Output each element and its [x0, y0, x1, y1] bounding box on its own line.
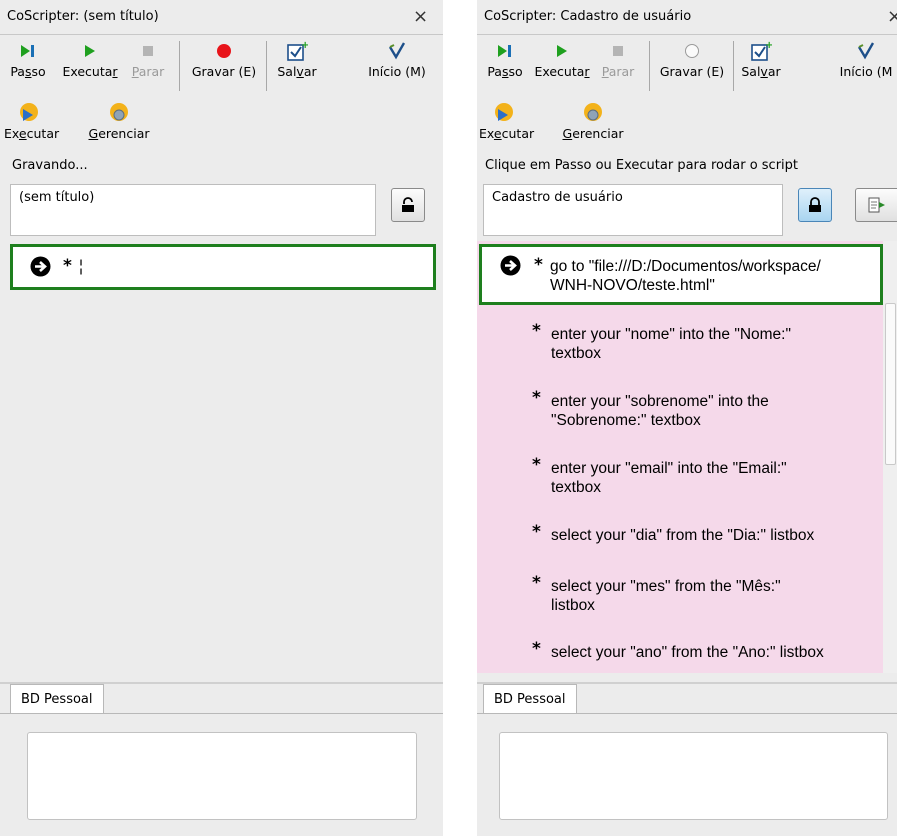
executar-script-button[interactable]: Executar [4, 100, 59, 141]
toolbar-separator [649, 41, 650, 91]
gravar-button[interactable]: Gravar (E) [655, 38, 729, 79]
export-button[interactable] [855, 188, 897, 222]
step-bullet: * [534, 255, 543, 275]
passo-button[interactable]: Passo [481, 38, 529, 79]
executar-button[interactable]: Executar [532, 38, 592, 79]
step-bullet: * [532, 455, 541, 475]
title-bar: CoScripter: (sem título) × [0, 0, 443, 35]
toolbar-separator [179, 41, 180, 91]
inicio-button[interactable]: Início (M [827, 38, 897, 79]
tab-bd-pessoal[interactable]: BD Pessoal [10, 684, 104, 714]
tab-underline [477, 713, 897, 714]
step-text-line1[interactable]: enter your "email" into the "Email:" [551, 460, 787, 478]
coscripter-sidebar-right: CoScripter: Cadastro de usuário × Passo … [477, 0, 897, 836]
salvar-button[interactable]: + Salvar [273, 38, 321, 79]
step-bullet: * [63, 256, 72, 276]
toolbar: Passo Executar Parar Gravar (E) + Salvar… [0, 36, 443, 94]
gravar-button[interactable]: Gravar (E) [187, 38, 261, 79]
current-step-arrow-icon [500, 255, 521, 276]
lock-button[interactable] [391, 188, 425, 222]
step-bullet: * [532, 639, 541, 659]
lock-icon [402, 197, 414, 212]
close-icon[interactable]: × [887, 6, 897, 27]
tab-underline [0, 713, 443, 714]
parar-button[interactable]: Parar [124, 38, 172, 79]
inicio-button[interactable]: Início (M) [358, 38, 436, 79]
step-text-line2[interactable]: listbox [551, 597, 595, 615]
lock-button[interactable] [798, 188, 832, 222]
stop-icon [613, 46, 623, 56]
executar-script-button[interactable]: Executar [479, 100, 534, 141]
play-icon [557, 45, 567, 57]
title-bar: CoScripter: Cadastro de usuário × [477, 0, 897, 35]
scrollbar-thumb[interactable] [885, 303, 896, 465]
tab-bd-pessoal[interactable]: BD Pessoal [483, 684, 577, 714]
svg-text:+: + [765, 40, 772, 51]
current-step[interactable]: * go to "file:///D:/Documentos/workspace… [479, 244, 883, 305]
status-text: Gravando... [12, 158, 88, 173]
manage-icon [584, 103, 602, 121]
current-step[interactable]: * ¦ [10, 244, 436, 290]
manage-icon [110, 103, 128, 121]
step-text-line1[interactable]: select your "dia" from the "Dia:" listbo… [551, 527, 814, 545]
status-text: Clique em Passo ou Executar para rodar o… [485, 158, 799, 173]
script-title-field[interactable]: (sem título) [10, 184, 376, 236]
lock-icon [809, 197, 821, 212]
step-text-line2[interactable]: textbox [551, 479, 601, 497]
coscripter-sidebar-left: CoScripter: (sem título) × Passo Executa… [0, 0, 443, 836]
close-icon[interactable]: × [413, 6, 428, 27]
step-icon [21, 45, 34, 57]
window-title: CoScripter: (sem título) [7, 9, 159, 24]
passo-button[interactable]: Passo [4, 38, 52, 79]
script-title-field[interactable]: Cadastro de usuário [483, 184, 783, 236]
gerenciar-button[interactable]: Gerenciar [557, 100, 629, 141]
step-bullet: * [532, 388, 541, 408]
record-icon [217, 44, 231, 58]
step-bullet: * [532, 522, 541, 542]
salvar-button[interactable]: + Salvar [737, 38, 785, 79]
record-icon [685, 44, 699, 58]
step-text-line2[interactable]: textbox [551, 345, 601, 363]
play-icon [85, 45, 95, 57]
step-text-line1[interactable]: select your "mes" from the "Mês:" [551, 578, 781, 596]
step-text-line1[interactable]: enter your "nome" into the "Nome:" [551, 326, 791, 344]
stop-icon [143, 46, 153, 56]
step-bullet: * [532, 573, 541, 593]
step-text-line1[interactable]: go to "file:///D:/Documentos/workspace/ [550, 258, 821, 276]
step-bullet: * [532, 321, 541, 341]
step-text-line2[interactable]: "Sobrenome:" textbox [551, 412, 701, 430]
window-title: CoScripter: Cadastro de usuário [484, 9, 692, 24]
step-text-line1[interactable]: select your "ano" from the "Ano:" listbo… [551, 644, 824, 662]
bd-pessoal-panel [27, 732, 417, 820]
svg-text:+: + [301, 40, 308, 51]
bd-pessoal-panel [499, 732, 888, 820]
step-text-line2[interactable]: WNH-NOVO/teste.html" [550, 277, 715, 295]
run-script-icon [20, 103, 38, 121]
home-icon [388, 42, 406, 60]
step-text[interactable]: ¦ [79, 258, 83, 276]
save-icon: + [751, 40, 772, 61]
step-icon [498, 45, 511, 57]
gerenciar-button[interactable]: Gerenciar [83, 100, 155, 141]
toolbar-separator [266, 41, 267, 91]
home-icon [857, 42, 875, 60]
export-icon [868, 197, 885, 213]
executar-button[interactable]: Executar [60, 38, 120, 79]
toolbar-separator [733, 41, 734, 91]
save-icon: + [287, 40, 308, 61]
step-text-line1[interactable]: enter your "sobrenome" into the [551, 393, 769, 411]
toolbar: Passo Executar Parar Gravar (E) + Salvar… [477, 36, 897, 94]
run-script-icon [495, 103, 513, 121]
parar-button[interactable]: Parar [593, 38, 643, 79]
current-step-arrow-icon [30, 256, 51, 277]
